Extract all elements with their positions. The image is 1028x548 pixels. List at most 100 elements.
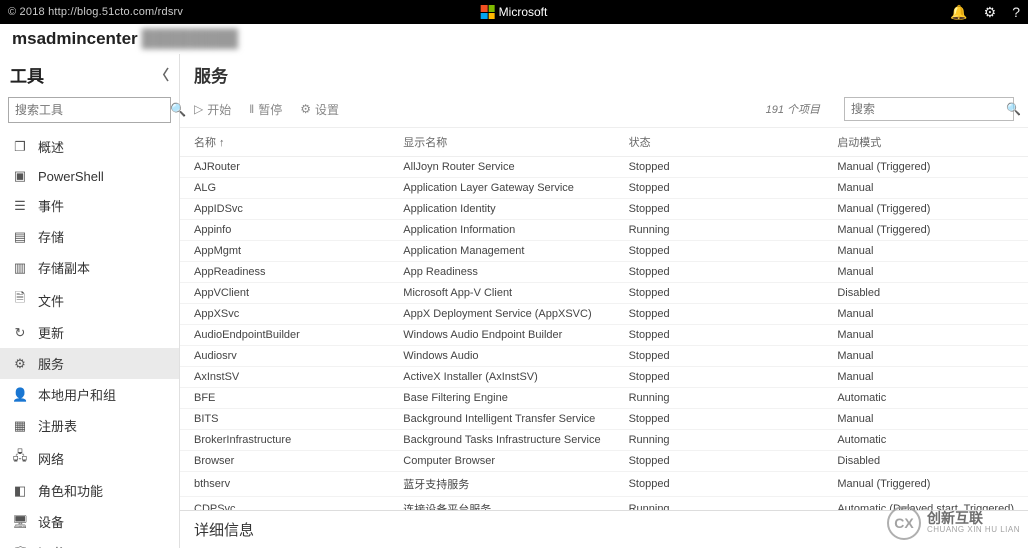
table-cell: Manual xyxy=(823,367,1028,388)
toolbar: ▷开始 ‖暂停 ⚙设置 191 个项目 🔍 xyxy=(180,91,1028,128)
sidebar-item[interactable]: 🗎文件 xyxy=(0,283,179,317)
table-cell: Automatic xyxy=(823,430,1028,451)
table-cell: Manual xyxy=(823,346,1028,367)
sidebar-item[interactable]: ❐概述 xyxy=(0,131,179,162)
table-cell: Browser xyxy=(180,451,389,472)
table-row[interactable]: BFEBase Filtering EngineRunningAutomatic xyxy=(180,388,1028,409)
sidebar-item[interactable]: 🛡 证书 xyxy=(0,537,179,548)
sidebar-item[interactable]: 👤本地用户和组 xyxy=(0,379,179,410)
table-cell: Running xyxy=(615,430,824,451)
table-cell: Stopped xyxy=(615,199,824,220)
table-row[interactable]: AppVClientMicrosoft App-V ClientStoppedD… xyxy=(180,283,1028,304)
sidebar-item[interactable]: ▦注册表 xyxy=(0,410,179,441)
nav-icon: ⚙ xyxy=(12,356,28,372)
sidebar-item-label: 本地用户和组 xyxy=(38,385,116,404)
table-cell: Manual (Triggered) xyxy=(823,220,1028,241)
table-cell: Stopped xyxy=(615,262,824,283)
titlebar-actions: 🔔 ⚙ ? xyxy=(950,4,1020,21)
column-header[interactable]: 启动模式 xyxy=(823,128,1028,157)
table-cell: Manual xyxy=(823,178,1028,199)
table-row[interactable]: AudiosrvWindows AudioStoppedManual xyxy=(180,346,1028,367)
sidebar-item[interactable]: ↻更新 xyxy=(0,317,179,348)
table-cell: Stopped xyxy=(615,367,824,388)
table-cell: ActiveX Installer (AxInstSV) xyxy=(389,367,614,388)
table-body: AJRouterAllJoyn Router ServiceStoppedMan… xyxy=(180,157,1028,511)
nav-icon: 🛡 xyxy=(12,545,28,548)
nav-icon: ▦ xyxy=(12,418,28,434)
services-search[interactable]: 🔍 xyxy=(844,97,1014,121)
table-row[interactable]: ALGApplication Layer Gateway ServiceStop… xyxy=(180,178,1028,199)
nav-icon: ◧ xyxy=(12,483,28,499)
sidebar-item-label: 网络 xyxy=(38,449,64,468)
sidebar-item[interactable]: 🖧网络 xyxy=(0,441,179,475)
sidebar-item[interactable]: 🖥设备 xyxy=(0,506,179,537)
table-cell: Stopped xyxy=(615,325,824,346)
column-header[interactable]: 显示名称 xyxy=(389,128,614,157)
table-row[interactable]: BrokerInfrastructureBackground Tasks Inf… xyxy=(180,430,1028,451)
table-cell: 连接设备平台服务 xyxy=(389,497,614,511)
table-row[interactable]: AppReadinessApp ReadinessStoppedManual xyxy=(180,262,1028,283)
table-cell: Windows Audio xyxy=(389,346,614,367)
sidebar-item[interactable]: ▤存储 xyxy=(0,221,179,252)
table-row[interactable]: AppinfoApplication InformationRunningMan… xyxy=(180,220,1028,241)
table-row[interactable]: AppIDSvcApplication IdentityStoppedManua… xyxy=(180,199,1028,220)
table-row[interactable]: AppXSvcAppX Deployment Service (AppXSVC)… xyxy=(180,304,1028,325)
table-cell: Manual (Triggered) xyxy=(823,157,1028,178)
microsoft-logo-icon xyxy=(481,5,495,19)
table-row[interactable]: BITSBackground Intelligent Transfer Serv… xyxy=(180,409,1028,430)
tools-search-input[interactable] xyxy=(15,103,170,117)
table-row[interactable]: AJRouterAllJoyn Router ServiceStoppedMan… xyxy=(180,157,1028,178)
collapse-sidebar-icon[interactable]: 〈 xyxy=(155,65,169,85)
watermark-cn: 创新互联 xyxy=(927,511,1020,526)
sidebar-item-label: 服务 xyxy=(38,354,64,373)
nav-icon: 🗎 xyxy=(12,289,28,311)
url-watermark: © 2018 http://blog.51cto.com/rdsrv xyxy=(8,6,183,18)
sidebar-item-label: 存储副本 xyxy=(38,258,90,277)
sidebar-item[interactable]: ⚙ 服务 xyxy=(0,348,179,379)
table-row[interactable]: AppMgmtApplication ManagementStoppedManu… xyxy=(180,241,1028,262)
table-cell: BFE xyxy=(180,388,389,409)
table-row[interactable]: AudioEndpointBuilderWindows Audio Endpoi… xyxy=(180,325,1028,346)
table-cell: Manual xyxy=(823,409,1028,430)
search-icon[interactable]: 🔍 xyxy=(1006,102,1021,116)
pause-button[interactable]: ‖暂停 xyxy=(249,101,282,118)
table-row[interactable]: bthserv蓝牙支持服务StoppedManual (Triggered) xyxy=(180,472,1028,497)
watermark: CX 创新互联 CHUANG XIN HU LIAN xyxy=(887,506,1020,540)
help-icon[interactable]: ? xyxy=(1012,4,1020,21)
table-cell: Manual xyxy=(823,262,1028,283)
sidebar-item-label: 角色和功能 xyxy=(38,481,103,500)
table-cell: Running xyxy=(615,220,824,241)
table-row[interactable]: BrowserComputer BrowserStoppedDisabled xyxy=(180,451,1028,472)
server-name[interactable]: msadmincenter xyxy=(12,29,138,49)
settings-icon[interactable]: ⚙ xyxy=(984,4,997,21)
column-header[interactable]: 名称 ↑ xyxy=(180,128,389,157)
sidebar-item[interactable]: ▣PowerShell xyxy=(0,162,179,190)
table-cell: Stopped xyxy=(615,241,824,262)
brand-area: Microsoft xyxy=(481,5,548,19)
table-cell: AppMgmt xyxy=(180,241,389,262)
table-cell: Disabled xyxy=(823,283,1028,304)
settings-button[interactable]: ⚙设置 xyxy=(300,101,339,118)
table-cell: Stopped xyxy=(615,283,824,304)
sidebar-item[interactable]: ◧ 角色和功能 xyxy=(0,475,179,506)
notifications-icon[interactable]: 🔔 xyxy=(950,4,967,21)
services-search-input[interactable] xyxy=(851,102,1006,116)
sidebar-item[interactable]: ☰事件 xyxy=(0,190,179,221)
start-button[interactable]: ▷开始 xyxy=(194,101,231,118)
table-cell: Stopped xyxy=(615,304,824,325)
column-header[interactable]: 状态 xyxy=(615,128,824,157)
sidebar-item[interactable]: ▥ 存储副本 xyxy=(0,252,179,283)
table-cell: Audiosrv xyxy=(180,346,389,367)
services-table-wrap[interactable]: 名称 ↑显示名称状态启动模式 AJRouterAllJoyn Router Se… xyxy=(180,128,1028,510)
sidebar-title: 工具 xyxy=(10,62,44,87)
sidebar-item-label: 事件 xyxy=(38,196,64,215)
sidebar-item-label: 证书 xyxy=(38,543,64,548)
content-area: 服务 ▷开始 ‖暂停 ⚙设置 191 个项目 🔍 名称 ↑显示名称状态启动模式 … xyxy=(180,54,1028,548)
table-cell: Stopped xyxy=(615,346,824,367)
nav-icon: 🖥 xyxy=(12,514,28,530)
nav-icon: ▥ xyxy=(12,260,28,276)
table-cell: Computer Browser xyxy=(389,451,614,472)
table-cell: Background Intelligent Transfer Service xyxy=(389,409,614,430)
table-row[interactable]: AxInstSVActiveX Installer (AxInstSV)Stop… xyxy=(180,367,1028,388)
tools-search[interactable]: 🔍 xyxy=(8,97,171,123)
